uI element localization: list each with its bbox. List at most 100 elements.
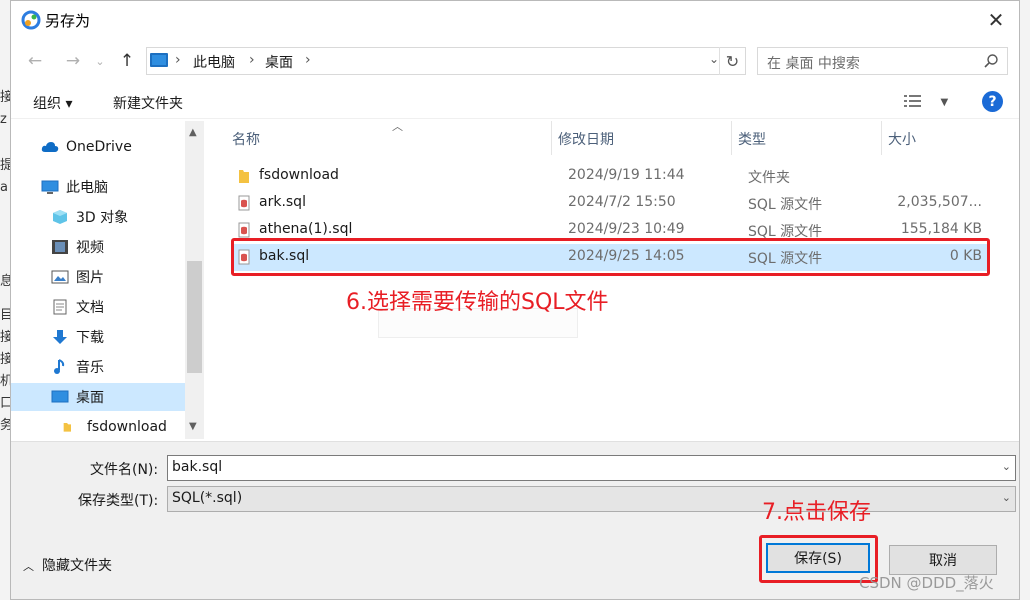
nav-item-desktop[interactable]: 桌面 [51, 383, 104, 411]
column-divider[interactable] [731, 121, 732, 155]
background-text: 目 [0, 308, 10, 323]
nav-item-label: fsdownload [87, 419, 167, 435]
forward-button[interactable]: → [61, 49, 85, 73]
nav-item-label: 文档 [76, 300, 104, 316]
nav-item-this-pc[interactable]: 此电脑 [41, 173, 108, 201]
background-text: a [0, 180, 8, 195]
background-app-right [1020, 0, 1030, 600]
scrollbar-thumb[interactable] [187, 261, 202, 373]
nav-item-fsdownload[interactable]: fsdownload [63, 413, 167, 439]
view-list-icon [904, 95, 921, 107]
scroll-up-icon[interactable]: ▲ [189, 127, 197, 138]
file-size: 2,035,507... [897, 194, 982, 210]
background-text: 接 [0, 352, 10, 367]
help-button[interactable]: ? [982, 91, 1003, 112]
nav-item-label: 图片 [76, 270, 104, 286]
desktop-icon [51, 390, 69, 403]
hide-folders-button[interactable]: ︿ 隐藏文件夹 [23, 555, 112, 575]
cancel-button[interactable]: 取消 [889, 545, 997, 575]
close-icon: ✕ [987, 8, 1005, 32]
folder-icon [63, 423, 71, 432]
nav-item-onedrive[interactable]: OneDrive [41, 133, 132, 161]
file-row[interactable]: ark.sql 2024/7/2 15:50 SQL 源文件 2,035,507… [232, 190, 990, 217]
annotation-step6: 6.选择需要传输的SQL文件 [346, 290, 609, 315]
app-icon [21, 10, 41, 30]
background-text: 息 [0, 274, 10, 289]
filename-value: bak.sql [172, 459, 223, 475]
breadcrumb-this-pc[interactable]: 此电脑 [193, 52, 235, 72]
column-header-name[interactable]: 名称 [232, 129, 260, 149]
filename-input[interactable]: bak.sql ⌄ [167, 455, 1016, 481]
cube-icon [53, 210, 67, 224]
filename-label: 文件名(N): [90, 462, 159, 478]
refresh-button[interactable]: ↻ [719, 47, 745, 75]
file-type: SQL 源文件 [748, 197, 823, 213]
arrow-up-icon: ↑ [119, 51, 135, 71]
nav-item-pictures[interactable]: 图片 [51, 263, 104, 291]
file-size: 155,184 KB [900, 221, 982, 237]
nav-item-label: OneDrive [66, 139, 132, 155]
sql-file-icon [238, 195, 250, 211]
arrow-right-icon: → [65, 51, 81, 71]
file-row[interactable]: fsdownload 2024/9/19 11:44 文件夹 [232, 163, 990, 190]
file-name: athena(1).sql [259, 221, 353, 237]
nav-item-music[interactable]: 音乐 [51, 353, 104, 381]
chevron-up-icon: ︿ [23, 560, 34, 573]
nav-scrollbar[interactable]: ▲ ▼ [185, 121, 204, 439]
chevron-down-icon[interactable]: ⌄ [1002, 491, 1011, 504]
background-app-left: 接 z 提 a 息 目 接 接 机 口 务 [0, 0, 10, 600]
background-text: z [0, 112, 7, 127]
filetype-label: 保存类型(T): [78, 493, 159, 509]
nav-item-label: 视频 [76, 240, 104, 256]
search-icon [984, 54, 998, 68]
cloud-icon [41, 142, 59, 152]
nav-item-label: 此电脑 [66, 180, 108, 196]
breadcrumb-separator-icon: › [175, 52, 181, 68]
recent-locations-button[interactable]: ⌄ [88, 49, 112, 73]
address-bar[interactable]: › 此电脑 › 桌面 › ⌄ [146, 47, 746, 75]
document-icon [53, 299, 67, 315]
background-text: 提 [0, 158, 10, 173]
video-icon [52, 240, 68, 254]
nav-item-label: 桌面 [76, 390, 104, 406]
column-divider[interactable] [881, 121, 882, 155]
view-options-button[interactable]: ▼ [904, 93, 954, 109]
column-header-type[interactable]: 类型 [738, 129, 766, 149]
nav-item-videos[interactable]: 视频 [51, 233, 104, 261]
title-bar: 另存为 ✕ [11, 1, 1019, 39]
nav-item-downloads[interactable]: 下载 [51, 323, 104, 351]
search-input[interactable]: 在 桌面 中搜索 [757, 47, 1008, 75]
chevron-down-icon[interactable]: ⌄ [709, 52, 719, 66]
search-placeholder: 在 桌面 中搜索 [767, 56, 860, 72]
sql-file-icon [238, 222, 250, 238]
save-as-dialog: 另存为 ✕ ← → ⌄ ↑ › 此电脑 › 桌面 › ⌄ ↻ 在 桌面 中搜索 … [10, 0, 1020, 600]
filetype-value: SQL(*.sql) [172, 490, 243, 506]
save-button[interactable]: 保存(S) [766, 543, 870, 573]
music-icon [54, 359, 65, 374]
filetype-select[interactable]: SQL(*.sql) ⌄ [167, 486, 1016, 512]
background-text: 口 [0, 396, 10, 411]
nav-item-documents[interactable]: 文档 [51, 293, 104, 321]
close-button[interactable]: ✕ [973, 1, 1019, 39]
column-divider[interactable] [551, 121, 552, 155]
scroll-down-icon[interactable]: ▼ [189, 421, 197, 432]
organize-button[interactable]: 组织 ▾ [33, 93, 72, 113]
chevron-down-icon[interactable]: ⌄ [1002, 460, 1011, 473]
save-options-panel: 文件名(N): bak.sql ⌄ 保存类型(T): SQL(*.sql) ⌄ … [11, 441, 1019, 599]
file-list: ︿ 名称 修改日期 类型 大小 fsdownload 2024/9/19 11:… [222, 120, 998, 439]
sort-ascending-icon: ︿ [392, 120, 403, 133]
breadcrumb-desktop[interactable]: 桌面 [265, 52, 293, 72]
background-text: 接 [0, 90, 10, 105]
nav-item-3d-objects[interactable]: 3D 对象 [51, 203, 128, 231]
back-button[interactable]: ← [23, 49, 47, 73]
breadcrumb-separator-icon: › [305, 52, 311, 68]
new-folder-button[interactable]: 新建文件夹 [113, 93, 183, 113]
watermark: CSDN @DDD_落火 [859, 574, 994, 592]
file-date: 2024/7/2 15:50 [568, 194, 676, 210]
folder-icon [239, 170, 249, 183]
up-button[interactable]: ↑ [115, 49, 139, 73]
column-header-date[interactable]: 修改日期 [558, 129, 614, 149]
file-name: fsdownload [259, 167, 339, 183]
column-header-size[interactable]: 大小 [888, 129, 916, 149]
refresh-icon: ↻ [725, 51, 740, 71]
